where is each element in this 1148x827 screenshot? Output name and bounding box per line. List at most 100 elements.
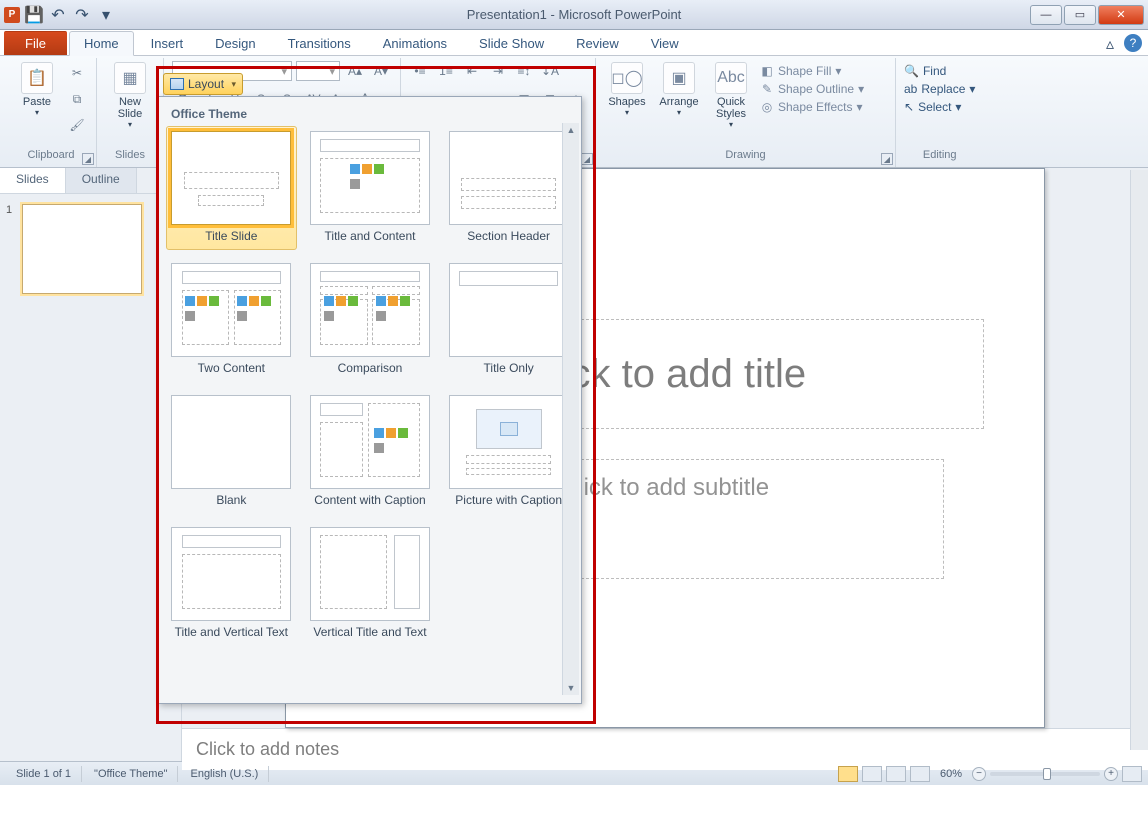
format-painter-icon[interactable]: 🖌: [66, 114, 88, 136]
select-button[interactable]: ↖Select ▾: [904, 100, 975, 114]
arrange-button[interactable]: ▣ Arrange▾: [656, 60, 702, 117]
tab-animations[interactable]: Animations: [368, 31, 462, 55]
slides-pane: Slides Outline × 1: [0, 168, 182, 761]
status-lang[interactable]: English (U.S.): [180, 766, 269, 782]
tab-file[interactable]: File: [4, 31, 67, 55]
pane-tab-outline[interactable]: Outline: [66, 168, 137, 193]
layout-icon: [170, 78, 184, 90]
layout-option[interactable]: Title Slide: [166, 126, 297, 250]
shape-fill-button[interactable]: ◧Shape Fill ▾: [760, 64, 864, 78]
qat-customize-icon[interactable]: ▾: [96, 5, 116, 25]
qat-save-icon[interactable]: 💾: [24, 5, 44, 25]
tab-slideshow[interactable]: Slide Show: [464, 31, 559, 55]
ribbon-minimize-icon[interactable]: ▵: [1100, 34, 1120, 54]
view-reading-icon[interactable]: [886, 766, 906, 782]
tab-design[interactable]: Design: [200, 31, 270, 55]
replace-icon: ab: [904, 82, 917, 96]
maximize-button[interactable]: ▭: [1064, 5, 1096, 25]
layout-option[interactable]: Title Only: [448, 263, 569, 377]
window-title: Presentation1 - Microsoft PowerPoint: [0, 7, 1148, 22]
tab-insert[interactable]: Insert: [136, 31, 199, 55]
dropdown-scrollbar[interactable]: ▲ ▼: [562, 123, 579, 695]
zoom-slider[interactable]: [990, 772, 1100, 776]
drawing-launcher-icon[interactable]: ◢: [881, 153, 893, 165]
cut-icon[interactable]: ✂: [66, 62, 88, 84]
paragraph-launcher-icon[interactable]: ◢: [581, 153, 593, 165]
notes-pane[interactable]: Click to add notes: [182, 728, 1148, 770]
vertical-scrollbar[interactable]: [1130, 170, 1148, 750]
zoom-level: 60%: [940, 768, 962, 780]
quick-styles-label: Quick Styles: [716, 96, 746, 120]
pen-icon: ✎: [760, 82, 774, 96]
zoom-in-button[interactable]: +: [1104, 767, 1118, 781]
layout-option[interactable]: Section Header: [448, 131, 569, 245]
tab-view[interactable]: View: [636, 31, 694, 55]
view-slideshow-icon[interactable]: [910, 766, 930, 782]
slide-thumbnail[interactable]: [22, 204, 142, 294]
copy-icon[interactable]: ⧉: [66, 88, 88, 110]
shapes-label: Shapes: [608, 96, 645, 108]
shrink-font-icon[interactable]: A▾: [370, 60, 392, 82]
shape-outline-label: Shape Outline: [778, 82, 854, 96]
tab-review[interactable]: Review: [561, 31, 634, 55]
replace-button[interactable]: abReplace ▾: [904, 82, 975, 96]
qat-redo-icon[interactable]: ↷: [72, 5, 92, 25]
tab-transitions[interactable]: Transitions: [273, 31, 366, 55]
new-slide-icon: ▦: [114, 62, 146, 94]
view-normal-icon[interactable]: [838, 766, 858, 782]
tab-home[interactable]: Home: [69, 31, 134, 56]
indent-dec-icon[interactable]: ⇤: [461, 60, 483, 82]
layout-option[interactable]: Title and Vertical Text: [171, 527, 292, 641]
scroll-down-icon[interactable]: ▼: [567, 683, 576, 693]
view-sorter-icon[interactable]: [862, 766, 882, 782]
shape-effects-label: Shape Effects: [778, 100, 853, 114]
group-label: Editing: [904, 147, 975, 165]
help-icon[interactable]: ?: [1124, 34, 1142, 52]
quick-styles-button[interactable]: Abc Quick Styles▾: [708, 60, 754, 129]
qat-undo-icon[interactable]: ↶: [48, 5, 68, 25]
clipboard-icon: 📋: [21, 62, 53, 94]
minimize-button[interactable]: —: [1030, 5, 1062, 25]
numbering-icon[interactable]: 1≡: [435, 60, 457, 82]
app-icon: P: [4, 7, 20, 23]
new-slide-button[interactable]: ▦ New Slide▾: [105, 60, 155, 129]
layout-option[interactable]: Vertical Title and Text: [310, 527, 431, 641]
text-direction-icon[interactable]: ↧A: [539, 60, 561, 82]
layout-option[interactable]: Blank: [171, 395, 292, 509]
paste-button[interactable]: 📋 Paste▾: [14, 60, 60, 117]
layout-dropdown: Office Theme Title SlideTitle and Conten…: [158, 96, 582, 704]
layout-option-label: Two Content: [198, 361, 265, 377]
find-button[interactable]: 🔍Find: [904, 64, 975, 78]
layout-option-label: Title Only: [484, 361, 534, 377]
layout-option[interactable]: Title and Content: [310, 131, 431, 245]
zoom-fit-icon[interactable]: [1122, 766, 1142, 782]
close-button[interactable]: ✕: [1098, 5, 1144, 25]
arrange-icon: ▣: [663, 62, 695, 94]
shapes-button[interactable]: ◻◯ Shapes▾: [604, 60, 650, 117]
bucket-icon: ◧: [760, 64, 774, 78]
shape-effects-button[interactable]: ◎Shape Effects ▾: [760, 100, 864, 114]
indent-inc-icon[interactable]: ⇥: [487, 60, 509, 82]
layout-option[interactable]: Comparison: [310, 263, 431, 377]
status-slide: Slide 1 of 1: [6, 766, 82, 782]
zoom-out-button[interactable]: −: [972, 767, 986, 781]
line-spacing-icon[interactable]: ≡↕: [513, 60, 535, 82]
layout-option[interactable]: Two Content: [171, 263, 292, 377]
thumb-number: 1: [6, 204, 18, 294]
select-icon: ↖: [904, 100, 914, 114]
layout-option-label: Title and Content: [325, 229, 416, 245]
layout-option[interactable]: Content with Caption: [310, 395, 431, 509]
paste-label: Paste: [23, 96, 51, 108]
grow-font-icon[interactable]: A▴: [344, 60, 366, 82]
layout-option[interactable]: Picture with Caption: [448, 395, 569, 509]
layout-label: Layout: [188, 77, 224, 91]
scroll-up-icon[interactable]: ▲: [567, 125, 576, 135]
layout-button[interactable]: Layout: [163, 73, 243, 95]
shape-outline-button[interactable]: ✎Shape Outline ▾: [760, 82, 864, 96]
bullets-icon[interactable]: •≡: [409, 60, 431, 82]
font-size-combo[interactable]: ▾: [296, 61, 340, 81]
clipboard-launcher-icon[interactable]: ◢: [82, 153, 94, 165]
pane-tab-slides[interactable]: Slides: [0, 168, 66, 193]
group-label: Slides: [105, 147, 155, 165]
group-drawing: ◻◯ Shapes▾ ▣ Arrange▾ Abc Quick Styles▾ …: [596, 58, 896, 167]
